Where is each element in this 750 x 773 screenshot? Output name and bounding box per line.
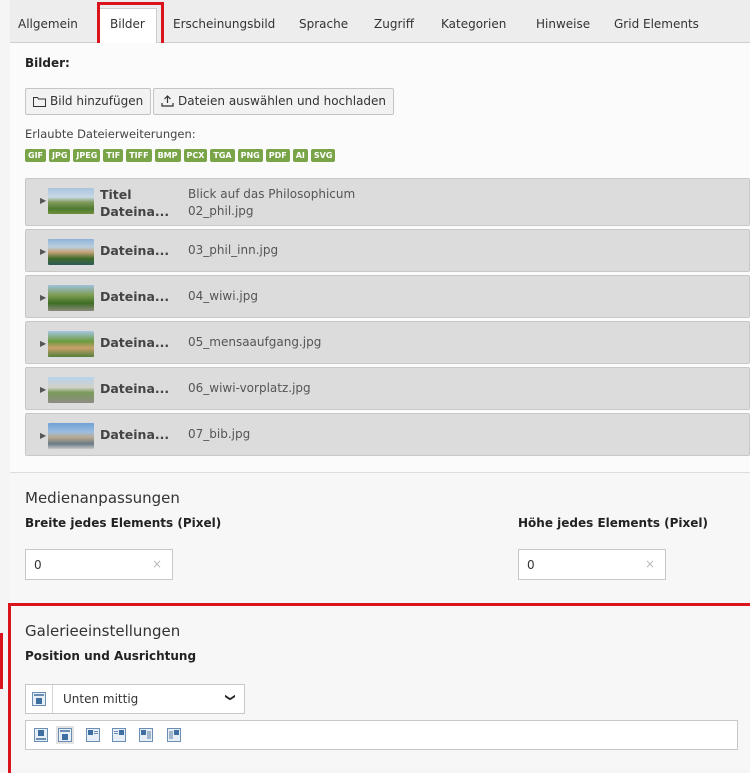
extension-badge: AI [292, 149, 308, 162]
extension-badges: GIF JPG JPEG TIF TIFF BMP PCX TGA PNG PD… [25, 149, 336, 162]
position-side-left-icon[interactable] [139, 728, 153, 742]
width-value: 0 [34, 558, 42, 572]
image-thumbnail [48, 285, 94, 311]
media-adjustments-title: Medienanpassungen [25, 489, 180, 507]
expand-caret-icon[interactable]: ▶ [40, 385, 46, 394]
tab-allgemein[interactable]: Allgemein [18, 10, 78, 43]
add-image-button[interactable]: Bild hinzufügen [25, 88, 152, 115]
file-row-02-phil[interactable]: ▶ Titel Blick auf das Philosophicum Date… [25, 178, 750, 226]
tab-zugriff[interactable]: Zugriff [374, 10, 414, 43]
filename-value: 07_bib.jpg [188, 427, 251, 441]
extension-badge: TIF [103, 149, 124, 162]
position-icon-bar [25, 720, 738, 750]
extension-badge: PCX [183, 149, 208, 162]
extension-badge: JPG [49, 149, 71, 162]
image-thumbnail [48, 423, 94, 449]
images-section-label: Bilder: [25, 56, 70, 70]
tab-grid-elements[interactable]: Grid Elements [614, 10, 699, 43]
height-label: Höhe jedes Elements (Pixel) [518, 516, 709, 530]
title-value: Blick auf das Philosophicum [188, 187, 356, 201]
filename-value: 02_phil.jpg [188, 204, 254, 218]
expand-caret-icon[interactable]: ▶ [40, 196, 46, 205]
width-label: Breite jedes Elements (Pixel) [25, 516, 222, 530]
title-key: Titel [100, 187, 132, 202]
extension-badge: PDF [265, 149, 290, 162]
expand-caret-icon[interactable]: ▶ [40, 431, 46, 440]
image-thumbnail [48, 377, 94, 403]
file-row-06-wiwi-vorplatz[interactable]: ▶ Dateina... 06_wiwi-vorplatz.jpg [25, 367, 750, 410]
image-thumbnail [48, 188, 94, 214]
highlight-marker-left [0, 633, 3, 689]
filename-value: 04_wiwi.jpg [188, 289, 258, 303]
extension-badge: BMP [154, 149, 181, 162]
upload-files-label: Dateien auswählen und hochladen [178, 94, 387, 108]
tab-hinweise[interactable]: Hinweise [536, 10, 590, 43]
filename-key: Dateina... [100, 335, 170, 350]
position-select-icon-cell [26, 685, 53, 713]
image-thumbnail [48, 331, 94, 357]
position-top-left-icon[interactable] [86, 728, 100, 742]
gallery-settings-section: Galerieeinstellungen Position und Ausric… [10, 601, 750, 769]
chevron-down-icon: ❯ [224, 693, 236, 702]
filename-value: 03_phil_inn.jpg [188, 243, 279, 257]
file-row-07-bib[interactable]: ▶ Dateina... 07_bib.jpg [25, 413, 750, 456]
tab-bar: Allgemein Bilder Erscheinungsbild Sprach… [10, 0, 750, 44]
folder-icon [33, 97, 46, 107]
expand-caret-icon[interactable]: ▶ [40, 293, 46, 302]
image-thumbnail [48, 239, 94, 265]
file-row-03-phil-inn[interactable]: ▶ Dateina... 03_phil_inn.jpg [25, 229, 750, 272]
gallery-settings-title: Galerieeinstellungen [25, 622, 181, 640]
add-image-label: Bild hinzufügen [50, 94, 144, 108]
position-top-center-icon[interactable] [34, 728, 48, 742]
clear-width-icon[interactable]: × [152, 557, 162, 571]
width-input[interactable]: 0 × [25, 549, 173, 580]
position-bottom-center-icon[interactable] [56, 726, 74, 744]
height-input[interactable]: 0 × [518, 549, 666, 580]
images-panel: Bilder: Bild hinzufügen Dateien auswähle… [10, 43, 750, 473]
expand-caret-icon[interactable]: ▶ [40, 339, 46, 348]
filename-key: Dateina... [100, 427, 170, 442]
position-alignment-label: Position und Ausrichtung [25, 649, 197, 663]
extension-badge: SVG [310, 149, 336, 162]
tab-erscheinungsbild[interactable]: Erscheinungsbild [173, 10, 275, 43]
tab-bilder[interactable]: Bilder [98, 8, 157, 44]
filename-key: Dateina... [100, 243, 170, 258]
allowed-extensions-label: Erlaubte Dateierweiterungen: [25, 127, 196, 141]
height-value: 0 [527, 558, 535, 572]
file-row-05-mensaaufgang[interactable]: ▶ Dateina... 05_mensaaufgang.jpg [25, 321, 750, 364]
filename-key: Dateina... [100, 204, 170, 219]
filename-key: Dateina... [100, 289, 170, 304]
position-select[interactable]: Unten mittig ❯ [25, 684, 245, 714]
extension-badge: TIFF [126, 149, 152, 162]
extension-badge: PNG [237, 149, 263, 162]
position-side-right-icon[interactable] [167, 728, 181, 742]
position-selected-value: Unten mittig [63, 692, 139, 706]
position-top-right-icon[interactable] [112, 728, 126, 742]
tab-sprache[interactable]: Sprache [299, 10, 348, 43]
filename-key: Dateina... [100, 381, 170, 396]
upload-icon [161, 95, 174, 107]
file-row-04-wiwi[interactable]: ▶ Dateina... 04_wiwi.jpg [25, 275, 750, 318]
extension-badge: JPEG [73, 149, 101, 162]
media-adjustments-section: Medienanpassungen Breite jedes Elements … [10, 473, 750, 601]
tab-kategorien[interactable]: Kategorien [441, 10, 506, 43]
position-bottom-center-icon [32, 692, 46, 706]
expand-caret-icon[interactable]: ▶ [40, 247, 46, 256]
upload-files-button[interactable]: Dateien auswählen und hochladen [153, 88, 395, 115]
filename-value: 05_mensaaufgang.jpg [188, 335, 322, 349]
filename-value: 06_wiwi-vorplatz.jpg [188, 381, 311, 395]
extension-badge: TGA [210, 149, 235, 162]
clear-height-icon[interactable]: × [645, 557, 655, 571]
extension-badge: GIF [25, 149, 47, 162]
